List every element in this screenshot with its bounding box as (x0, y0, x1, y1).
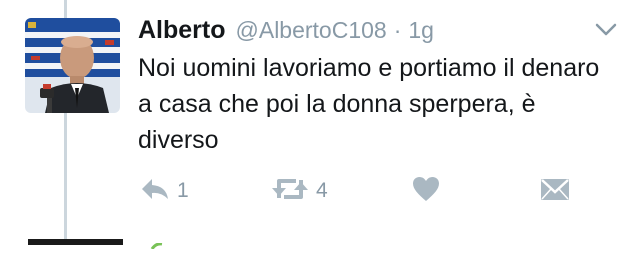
retweet-count: 4 (316, 179, 328, 202)
reply-count: 1 (177, 179, 189, 202)
heart-icon (412, 176, 440, 207)
avatar[interactable] (25, 18, 120, 113)
reply-icon (139, 176, 171, 207)
reply-button[interactable]: 1 (139, 176, 189, 206)
separator-dot: · (393, 16, 402, 43)
timestamp[interactable]: 1g (408, 17, 434, 44)
tweet-text: Noi uomini lavoriamo e portiamo il denar… (138, 54, 600, 154)
retweet-button[interactable]: 4 (270, 176, 328, 206)
next-tweet-avatar[interactable] (28, 239, 123, 245)
retweet-icon (270, 176, 310, 207)
tweet-header: Alberto @AlbertoC108 · 1g (138, 12, 434, 48)
user-handle[interactable]: @AlbertoC108 (236, 17, 387, 44)
display-name[interactable]: Alberto (138, 16, 226, 45)
chevron-down-icon[interactable] (594, 22, 618, 38)
like-button[interactable] (412, 176, 440, 206)
next-tweet-fragment (150, 236, 164, 250)
envelope-icon (540, 177, 570, 206)
direct-message-button[interactable] (540, 176, 570, 206)
